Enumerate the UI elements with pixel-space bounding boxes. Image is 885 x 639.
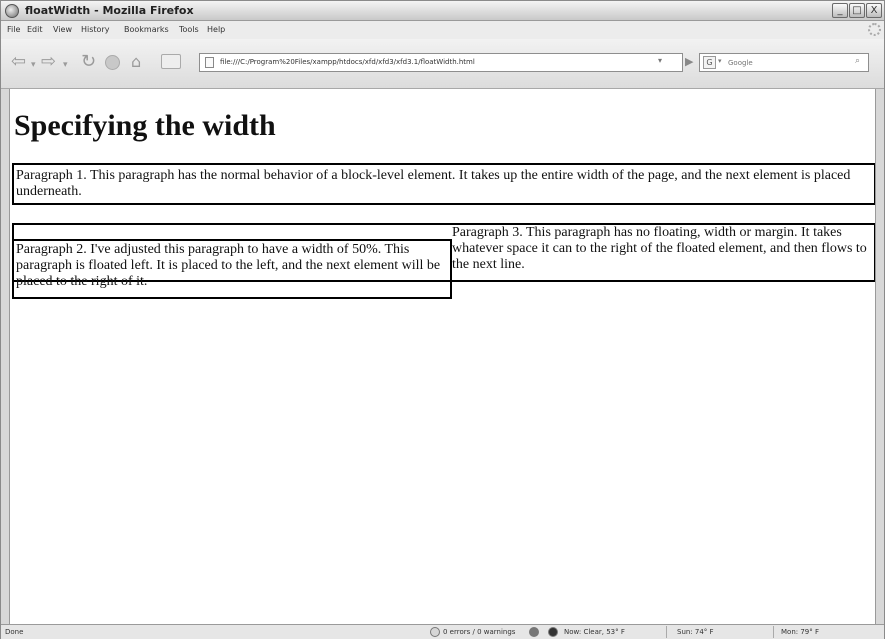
error-count[interactable]: 0 errors / 0 warnings bbox=[443, 628, 515, 636]
paragraph-1: Paragraph 1. This paragraph has the norm… bbox=[12, 163, 875, 205]
paragraph-2: Paragraph 2. I've adjusted this paragrap… bbox=[12, 239, 452, 299]
forward-icon[interactable]: ⇨ bbox=[41, 53, 56, 71]
navigation-toolbar: ⇦ ▾ ⇨ ▾ ↻ ⌂ file:///C:/Program%20Files/x… bbox=[1, 39, 884, 89]
weather-mon[interactable]: Mon: 79° F bbox=[781, 628, 819, 636]
home-icon[interactable]: ⌂ bbox=[131, 53, 141, 71]
browser-window: floatWidth - Mozilla Firefox _ □ X File … bbox=[0, 0, 885, 639]
menu-file[interactable]: File bbox=[7, 25, 20, 34]
page-heading: Specifying the width bbox=[14, 109, 276, 142]
status-divider bbox=[666, 626, 667, 638]
title-bar: floatWidth - Mozilla Firefox _ □ X bbox=[1, 1, 884, 21]
sky-icon bbox=[548, 627, 558, 637]
menu-help[interactable]: Help bbox=[207, 25, 225, 34]
new-tab-icon[interactable] bbox=[161, 54, 181, 69]
paragraph-3: Paragraph 3. This paragraph has no float… bbox=[452, 225, 867, 272]
url-history-dropdown[interactable]: ▾ bbox=[658, 56, 662, 65]
weather-icon[interactable] bbox=[529, 627, 539, 637]
menu-view[interactable]: View bbox=[53, 25, 72, 34]
menu-edit[interactable]: Edit bbox=[27, 25, 43, 34]
address-bar[interactable]: file:///C:/Program%20Files/xampp/htdocs/… bbox=[199, 53, 683, 72]
menu-tools[interactable]: Tools bbox=[179, 25, 199, 34]
throbber-icon bbox=[868, 23, 881, 36]
stop-icon[interactable] bbox=[105, 55, 120, 70]
search-icon[interactable]: ⌕ bbox=[855, 56, 860, 66]
back-history-dropdown[interactable]: ▾ bbox=[31, 56, 36, 74]
close-button[interactable]: X bbox=[866, 3, 882, 18]
weather-sun[interactable]: Sun: 74° F bbox=[677, 628, 714, 636]
search-bar[interactable]: G ▾ ⌕ bbox=[699, 53, 869, 72]
status-divider bbox=[773, 626, 774, 638]
google-icon[interactable]: G bbox=[703, 56, 716, 69]
window-title: floatWidth - Mozilla Firefox bbox=[25, 4, 194, 17]
page-content: Specifying the width Paragraph 1. This p… bbox=[9, 89, 876, 624]
menu-bookmarks[interactable]: Bookmarks bbox=[124, 25, 169, 34]
status-check-icon[interactable] bbox=[430, 627, 440, 637]
url-text[interactable]: file:///C:/Program%20Files/xampp/htdocs/… bbox=[220, 58, 475, 66]
reload-icon[interactable]: ↻ bbox=[81, 53, 96, 71]
minimize-button[interactable]: _ bbox=[832, 3, 848, 18]
weather-now[interactable]: Now: Clear, 53° F bbox=[564, 628, 625, 636]
status-bar: Done 0 errors / 0 warnings Now: Clear, 5… bbox=[1, 624, 884, 639]
status-text: Done bbox=[5, 628, 24, 636]
firefox-app-icon bbox=[5, 4, 19, 18]
menu-history[interactable]: History bbox=[81, 25, 109, 34]
search-engine-dropdown[interactable]: ▾ bbox=[718, 57, 722, 65]
maximize-button[interactable]: □ bbox=[849, 3, 865, 18]
menu-bar: File Edit View History Bookmarks Tools H… bbox=[1, 21, 884, 39]
page-icon bbox=[205, 57, 214, 68]
forward-history-dropdown[interactable]: ▾ bbox=[63, 56, 68, 74]
back-icon[interactable]: ⇦ bbox=[11, 53, 26, 71]
go-icon[interactable]: ▶ bbox=[685, 55, 693, 68]
search-input[interactable] bbox=[728, 57, 828, 69]
